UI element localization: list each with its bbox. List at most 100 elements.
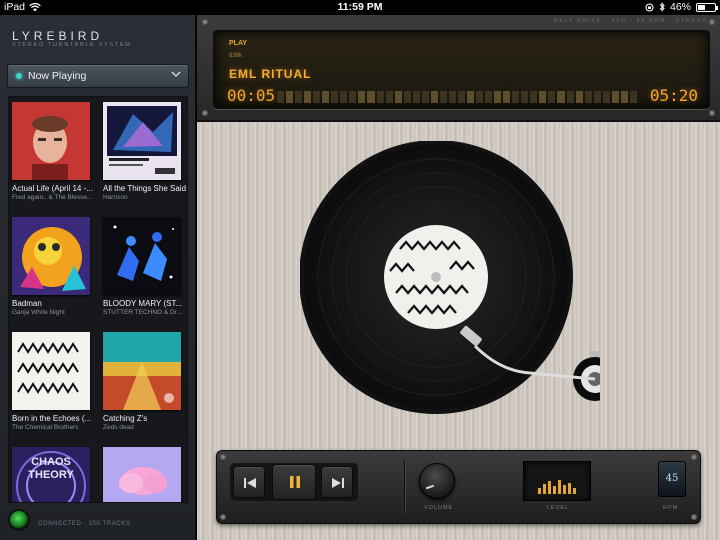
bluetooth-icon	[659, 2, 665, 12]
album-artist: Fred again.. & The Blesse...	[12, 194, 93, 201]
level-label: LEVEL	[547, 505, 570, 511]
clock: 11:59 PM	[337, 1, 383, 13]
now-playing-dropdown[interactable]: Now Playing	[7, 64, 189, 88]
playback-state: PLAY	[229, 40, 248, 47]
progress-segment	[466, 91, 475, 103]
deck-header-text: BELT DRIVE · 33⅓ · 45 RPM · STEREO	[554, 18, 708, 24]
display-deck: BELT DRIVE · 33⅓ · 45 RPM · STEREO PLAY …	[197, 15, 720, 122]
pause-button[interactable]	[272, 464, 316, 500]
album-tile[interactable]: Actual Life (April 14 -... Fred again.. …	[12, 102, 98, 201]
level-bars	[538, 480, 576, 494]
album-art	[103, 447, 181, 502]
chevron-down-icon	[171, 71, 181, 77]
rpm-label: RPM	[663, 505, 679, 511]
progress-segment	[322, 91, 330, 103]
progress-segment	[286, 91, 294, 103]
progress-segment	[412, 91, 420, 103]
album-title: BLOODY MARY (ST...	[103, 299, 183, 308]
progress-segment	[448, 91, 456, 103]
status-dot-icon	[16, 73, 22, 79]
skip-back-icon	[244, 478, 256, 488]
progress-segment	[485, 91, 493, 103]
album-tile[interactable]: Catching Z's Zeds dead	[103, 332, 187, 431]
volume-knob[interactable]	[419, 463, 455, 499]
connection-status: CONNECTED · 350 TRACKS	[38, 521, 131, 527]
progress-segment	[394, 91, 402, 103]
album-tile[interactable]: CHAOS THEORY	[12, 447, 98, 502]
progress-segment	[548, 91, 556, 103]
album-artist: Ganja White Night	[12, 309, 65, 316]
volume-label: VOLUME	[424, 505, 454, 511]
now-playing-label: Now Playing	[28, 70, 87, 82]
library-sidebar: LYREBIRD STEREO TURNTABLE SYSTEM Now Pla…	[0, 15, 196, 540]
screw-icon	[220, 514, 226, 520]
rpm-value: 45	[665, 473, 679, 484]
remaining-time: 05:20	[649, 86, 698, 105]
divider	[404, 459, 405, 513]
screw-icon	[202, 19, 208, 25]
progress-segment	[403, 91, 411, 103]
progress-segment	[304, 91, 312, 103]
power-led-button[interactable]	[10, 511, 28, 529]
album-artist: Zeds dead	[103, 424, 134, 431]
progress-segment	[602, 91, 610, 103]
album-tile[interactable]: Born in the Echoes (... The Chemical Bro…	[12, 332, 98, 431]
album-grid[interactable]: Actual Life (April 14 -... Fred again.. …	[8, 96, 188, 503]
album-art	[12, 217, 90, 295]
progress-segment	[313, 91, 321, 103]
album-art	[103, 332, 181, 410]
progress-segments[interactable]	[277, 90, 637, 104]
skip-forward-icon	[332, 478, 344, 488]
progress-segment	[620, 91, 628, 103]
status-bar: iPad 11:59 PM 46%	[0, 0, 720, 15]
screw-icon	[709, 19, 715, 25]
level-meter	[523, 461, 591, 501]
progress-segment	[494, 91, 502, 103]
lock-rotation-icon	[645, 2, 654, 12]
screw-icon	[691, 514, 697, 520]
progress-segment	[457, 91, 465, 103]
album-tile[interactable]: Badman Ganja White Night	[12, 217, 98, 316]
next-button[interactable]	[321, 466, 353, 498]
album-art	[12, 102, 90, 180]
lcd-display: PLAY 838k EML RITUAL 00:05 05:20	[213, 30, 710, 109]
album-art	[12, 332, 90, 410]
track-title: EML RITUAL	[229, 67, 312, 81]
album-tile[interactable]: BLOODY MARY (ST... STUTTER TECHNO & Dr..…	[103, 217, 187, 316]
turntable-platter[interactable]	[300, 141, 600, 431]
turntable-panel: BELT DRIVE · 33⅓ · 45 RPM · STEREO PLAY …	[197, 15, 720, 540]
progress-segment	[376, 91, 384, 103]
album-artist: STUTTER TECHNO & Dr...	[103, 309, 182, 316]
svg-text:CHAOS: CHAOS	[31, 456, 71, 468]
progress-segment	[530, 91, 538, 103]
progress-segment	[593, 91, 601, 103]
album-title: Born in the Echoes (...	[12, 414, 92, 423]
album-tile[interactable]: All the Things She Said Harrison	[103, 102, 187, 201]
progress-segment	[421, 91, 429, 103]
pause-icon	[290, 476, 300, 488]
svg-text:THEORY: THEORY	[28, 469, 74, 481]
screw-icon	[709, 110, 715, 116]
album-title: Actual Life (April 14 -...	[12, 184, 93, 193]
album-artist: The Chemical Brothers	[12, 424, 79, 431]
progress-segment	[584, 91, 592, 103]
album-art	[103, 217, 181, 295]
battery-icon	[696, 2, 718, 12]
previous-button[interactable]	[233, 466, 265, 498]
album-artist: Harrison	[103, 194, 128, 201]
app-brand: LYREBIRD	[12, 29, 104, 43]
rpm-display[interactable]: 45	[658, 461, 686, 497]
progress-segment	[358, 91, 366, 103]
control-panel: VOLUME LEVEL 45 RPM	[216, 450, 701, 524]
album-art	[103, 102, 181, 180]
progress-segment	[439, 91, 447, 103]
elapsed-time: 00:05	[227, 86, 276, 105]
progress-segment	[629, 91, 637, 103]
album-title: Badman	[12, 299, 42, 308]
album-tile[interactable]	[103, 447, 187, 502]
progress-segment	[521, 91, 529, 103]
progress-segment	[349, 91, 357, 103]
progress-segment	[557, 91, 565, 103]
screw-icon	[202, 110, 208, 116]
battery-percent: 46%	[669, 1, 691, 13]
